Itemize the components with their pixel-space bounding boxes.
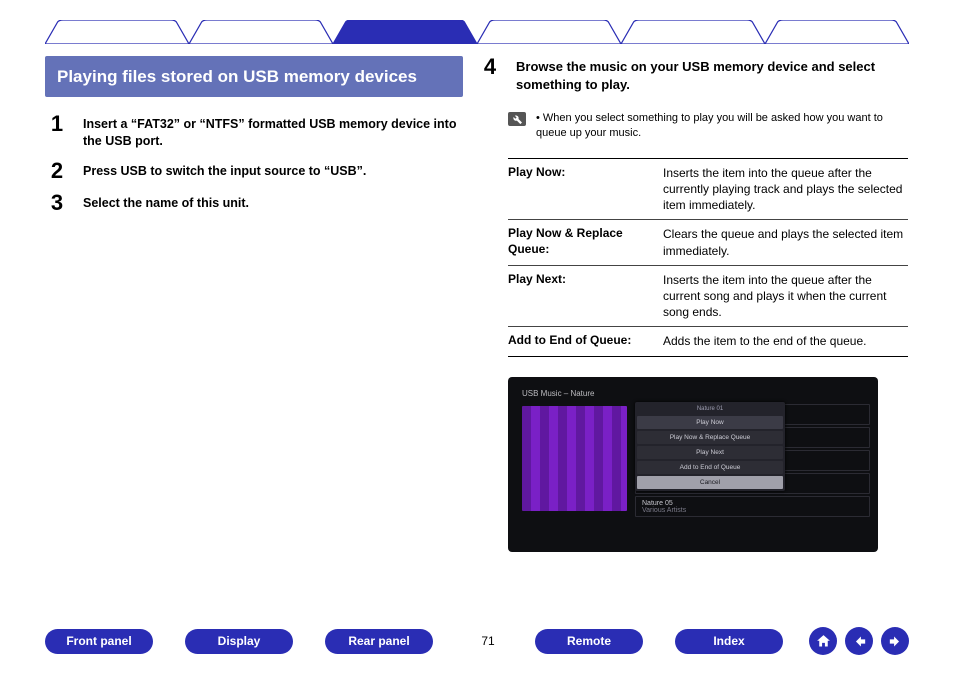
step-number: 3 [45, 192, 69, 214]
popup-option-add-end: Add to End of Queue [637, 461, 783, 474]
step-text: Browse the music on your USB memory devi… [516, 56, 908, 93]
option-desc: Adds the item to the end of the queue. [663, 327, 866, 355]
step-4: 4 Browse the music on your USB memory de… [478, 56, 908, 93]
note-text: When you select something to play you wi… [536, 111, 908, 142]
step-2: 2 Press USB to switch the input source t… [45, 160, 463, 182]
step-3: 3 Select the name of this unit. [45, 192, 463, 214]
popup-option-cancel: Cancel [637, 476, 783, 489]
step-text: Select the name of this unit. [83, 192, 249, 214]
tab-appendix[interactable]: Appendix [765, 20, 909, 44]
option-desc: Clears the queue and plays the selected … [663, 220, 908, 264]
step-text: Press USB to switch the input source to … [83, 160, 366, 182]
step-1: 1 Insert a “FAT32” or “NTFS” formatted U… [45, 113, 463, 150]
next-page-icon[interactable] [881, 627, 909, 655]
tab-connections[interactable]: Connections [189, 20, 333, 44]
tab-tips[interactable]: Tips [621, 20, 765, 44]
queue-popup: Nature 01 Play Now Play Now & Replace Qu… [635, 402, 785, 491]
front-panel-button[interactable]: Front panel [45, 629, 153, 654]
list-item: Nature 05Various Artists [635, 496, 870, 517]
remote-button[interactable]: Remote [535, 629, 643, 654]
tab-playback[interactable]: Playback [333, 20, 477, 44]
table-row: Play Next: Inserts the item into the que… [508, 266, 908, 328]
playlist: Nature 01Various Artists Nature 02Variou… [635, 404, 870, 532]
option-label: Play Next: [508, 266, 663, 327]
tab-contents[interactable]: Contents [45, 20, 189, 44]
left-column: Playing files stored on USB memory devic… [45, 56, 463, 224]
table-row: Add to End of Queue: Adds the item to th… [508, 327, 908, 356]
right-column: 4 Browse the music on your USB memory de… [478, 56, 908, 552]
popup-option-replace: Play Now & Replace Queue [637, 431, 783, 444]
queue-options-table: Play Now: Inserts the item into the queu… [508, 158, 908, 357]
popup-option-play-next: Play Next [637, 446, 783, 459]
rear-panel-button[interactable]: Rear panel [325, 629, 433, 654]
step-number: 4 [478, 56, 502, 93]
album-art-thumbnail [522, 406, 627, 511]
option-label: Play Now: [508, 159, 663, 220]
device-screenshot: USB Music – Nature Nature 01Various Arti… [508, 377, 878, 552]
step-text: Insert a “FAT32” or “NTFS” formatted USB… [83, 113, 463, 150]
section-title: Playing files stored on USB memory devic… [45, 56, 463, 97]
index-button[interactable]: Index [675, 629, 783, 654]
step-number: 1 [45, 113, 69, 150]
popup-option-play-now: Play Now [637, 416, 783, 429]
nav-icons [809, 627, 909, 655]
prev-page-icon[interactable] [845, 627, 873, 655]
tab-settings[interactable]: Settings [477, 20, 621, 44]
top-tabs: Contents Connections Playback Settings T… [45, 20, 909, 44]
option-desc: Inserts the item into the queue after th… [663, 159, 908, 220]
display-button[interactable]: Display [185, 629, 293, 654]
option-desc: Inserts the item into the queue after th… [663, 266, 908, 327]
wrench-icon [508, 112, 526, 126]
footer: Front panel Display Rear panel 71 Remote… [45, 627, 909, 655]
page-number: 71 [465, 634, 511, 648]
option-label: Add to End of Queue: [508, 327, 663, 355]
option-label: Play Now & Replace Queue: [508, 220, 663, 264]
table-row: Play Now & Replace Queue: Clears the que… [508, 220, 908, 265]
note: When you select something to play you wi… [508, 111, 908, 142]
screenshot-breadcrumb: USB Music – Nature [522, 389, 870, 398]
step-number: 2 [45, 160, 69, 182]
table-row: Play Now: Inserts the item into the queu… [508, 159, 908, 221]
home-icon[interactable] [809, 627, 837, 655]
popup-title: Nature 01 [637, 404, 783, 414]
